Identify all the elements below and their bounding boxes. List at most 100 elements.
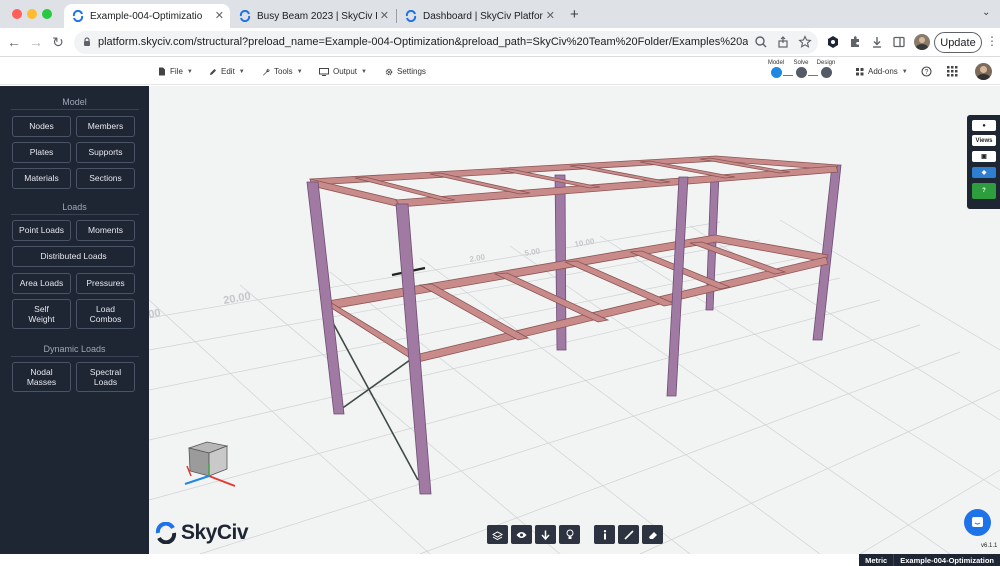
profile-avatar[interactable] <box>914 34 930 50</box>
stage-model-label: Model <box>767 60 785 66</box>
eye-icon[interactable] <box>511 525 532 544</box>
extensions-puzzle-icon[interactable] <box>848 35 862 49</box>
status-bar <box>0 554 1000 566</box>
solve-stage-icon <box>795 67 807 78</box>
divider <box>11 356 139 357</box>
plates-button[interactable]: Plates <box>12 142 71 163</box>
layers-icon[interactable] <box>487 525 508 544</box>
info-icon[interactable] <box>594 525 615 544</box>
extension-hex-icon[interactable] <box>826 35 840 49</box>
forward-button[interactable]: → <box>28 34 44 50</box>
grid-label: 20.00 <box>222 290 251 307</box>
pencil-icon <box>210 68 216 75</box>
model-sidebar: Model Nodes Members Plates Supports Mate… <box>0 86 149 566</box>
view-tools-panel: ● Views ▣ ◆ ? <box>967 115 1000 209</box>
monitor-icon <box>319 67 329 76</box>
download-icon[interactable] <box>870 35 884 49</box>
point-loads-button[interactable]: Point Loads <box>12 220 71 241</box>
new-tab-button[interactable]: + <box>570 6 579 23</box>
close-window-button[interactable] <box>12 9 22 19</box>
status-bar-right: Metric Example-004-Optimization <box>859 554 1000 566</box>
share-icon[interactable] <box>776 35 790 49</box>
logo-text: SkyCiv <box>181 521 249 544</box>
url-text: platform.skyciv.com/structural?preload_n… <box>98 36 748 48</box>
nodes-button[interactable]: Nodes <box>12 116 71 137</box>
zoom-icon[interactable] <box>754 35 768 49</box>
browser-tab[interactable]: Busy Beam 2023 | SkyCiv Bean ✕ <box>231 4 395 28</box>
skyciv-logo-icon <box>155 522 177 544</box>
side-panel-icon[interactable] <box>892 35 906 49</box>
visibility-eye-icon[interactable]: ● <box>972 120 996 131</box>
ground-grid <box>149 219 1000 554</box>
skyciv-favicon-icon <box>72 10 84 22</box>
browser-tab-active[interactable]: Example-004-Optimization | Sk ✕ <box>64 4 230 28</box>
minimize-window-button[interactable] <box>27 9 37 19</box>
load-combos-button[interactable]: Load Combos <box>76 299 135 329</box>
close-tab-icon[interactable]: ✕ <box>546 9 555 22</box>
tab-search-chevron-icon[interactable]: ⌄ <box>982 7 990 18</box>
divider <box>11 214 139 215</box>
menu-file[interactable]: File ▼ <box>158 67 193 76</box>
ruler-icon[interactable] <box>618 525 639 544</box>
user-avatar[interactable] <box>975 63 992 80</box>
nodal-masses-button[interactable]: Nodal Masses <box>12 362 71 392</box>
skyciv-favicon-icon <box>405 10 417 22</box>
view-cube-icon[interactable] <box>175 436 245 494</box>
arrow-down-icon[interactable] <box>535 525 556 544</box>
browser-toolbar: ← → ↻ platform.skyciv.com/structural?pre… <box>0 28 1000 57</box>
dynamic-loads-section-title: Dynamic Loads <box>43 344 106 354</box>
menu-settings-label: Settings <box>397 67 426 76</box>
svg-text:?: ? <box>925 69 929 76</box>
menu-edit-label: Edit <box>221 67 235 76</box>
structure-3d-canvas[interactable]: 20.00 00 10.00 5.00 2.00 <box>149 86 1000 554</box>
sections-button[interactable]: Sections <box>76 168 135 189</box>
grid-label: 10.00 <box>574 237 596 249</box>
reload-button[interactable]: ↻ <box>50 34 66 50</box>
help-icon[interactable]: ? <box>921 66 932 77</box>
apps-grid-icon[interactable] <box>947 66 958 77</box>
app-menu-bar: File ▼ Edit ▼ Tools ▼ Output ▼ Settings Mode… <box>0 58 1000 85</box>
cube-view-icon[interactable]: ◆ <box>972 167 996 178</box>
help-icon[interactable]: ? <box>972 183 996 199</box>
stage-design-label: Design <box>816 60 836 66</box>
address-bar[interactable]: platform.skyciv.com/structural?preload_n… <box>74 31 818 54</box>
browser-tab[interactable]: Dashboard | SkyCiv Platform ✕ <box>397 4 561 28</box>
grid-label: 2.00 <box>469 252 486 264</box>
close-tab-icon[interactable]: ✕ <box>215 9 224 22</box>
units-indicator[interactable]: Metric <box>859 554 895 566</box>
model-section-title: Model <box>62 97 87 107</box>
grid-axis-labels: 20.00 00 10.00 5.00 2.00 <box>149 237 596 321</box>
update-button[interactable]: Update <box>934 32 982 53</box>
skyciv-favicon-icon <box>239 10 251 22</box>
spectral-loads-button[interactable]: Spectral Loads <box>76 362 135 392</box>
loads-section-title: Loads <box>62 202 87 212</box>
menu-output[interactable]: Output ▼ <box>319 67 367 76</box>
maximize-window-button[interactable] <box>42 9 52 19</box>
menu-tools[interactable]: Tools ▼ <box>262 67 303 76</box>
lightbulb-icon[interactable] <box>559 525 580 544</box>
viewport-toolbar-right <box>594 525 663 544</box>
model-viewport[interactable]: 20.00 00 10.00 5.00 2.00 ● Views ▣ ◆ ? <box>149 86 1000 554</box>
distributed-loads-button[interactable]: Distributed Loads <box>12 246 135 267</box>
views-button[interactable]: Views <box>972 135 996 146</box>
eraser-icon[interactable] <box>642 525 663 544</box>
self-weight-button[interactable]: Self Weight <box>12 299 71 329</box>
menu-addons[interactable]: Add-ons ▼ <box>856 67 908 76</box>
area-loads-button[interactable]: Area Loads <box>12 273 71 294</box>
supports-button[interactable]: Supports <box>76 142 135 163</box>
back-button[interactable]: ← <box>6 34 22 50</box>
pressures-button[interactable]: Pressures <box>76 273 135 294</box>
menu-edit[interactable]: Edit ▼ <box>209 67 245 76</box>
browser-menu-icon[interactable]: ⋮ <box>986 34 998 48</box>
moments-button[interactable]: Moments <box>76 220 135 241</box>
model-filename: Example-004-Optimization <box>894 554 1000 566</box>
menu-file-label: File <box>170 67 183 76</box>
members-button[interactable]: Members <box>76 116 135 137</box>
chat-support-button[interactable] <box>964 509 991 536</box>
close-tab-icon[interactable]: ✕ <box>380 9 389 22</box>
bookmark-star-icon[interactable] <box>798 35 812 49</box>
menu-settings[interactable]: Settings <box>385 67 426 76</box>
camera-icon[interactable]: ▣ <box>972 151 996 162</box>
materials-button[interactable]: Materials <box>12 168 71 189</box>
stage-design[interactable]: Design <box>814 60 838 78</box>
